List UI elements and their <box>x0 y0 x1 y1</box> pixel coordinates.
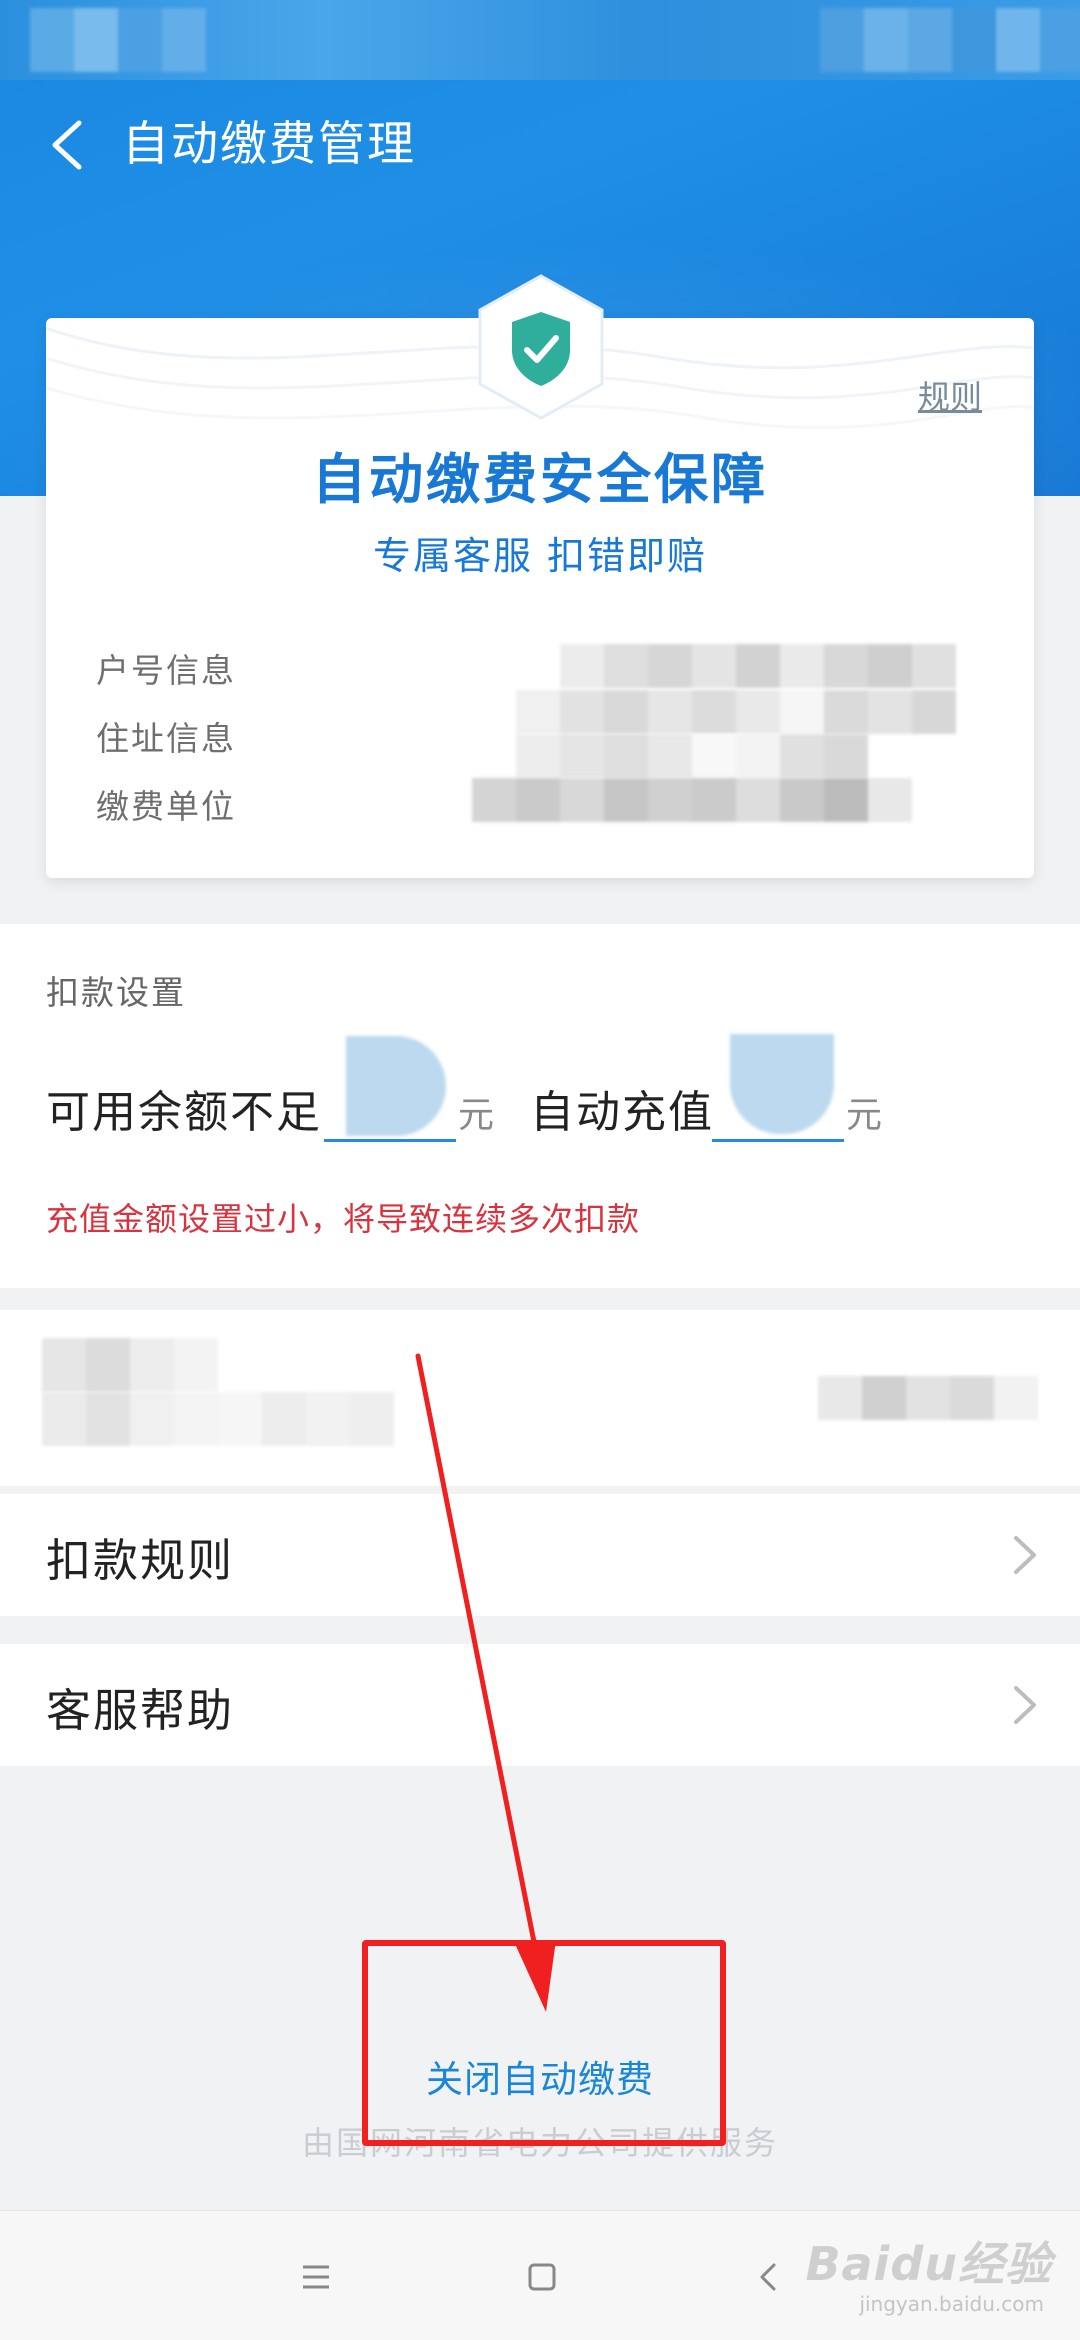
customer-help-row[interactable]: 客服帮助 <box>0 1644 1080 1766</box>
status-bar <box>0 0 1080 80</box>
chevron-right-icon <box>1014 1686 1036 1724</box>
home-nav-button[interactable] <box>520 2255 564 2299</box>
chevron-right-icon <box>1014 1536 1036 1574</box>
page-title: 自动缴费管理 <box>122 117 416 172</box>
menu-nav-button[interactable] <box>294 2255 338 2299</box>
baidu-watermark-url: jingyan.baidu.com <box>859 2292 1044 2316</box>
back-nav-button[interactable] <box>746 2255 790 2299</box>
account-info-label: 户号信息 <box>96 651 236 690</box>
recharge-amount-label: 自动充值 <box>530 1087 714 1138</box>
masked-row-left-2 <box>42 1392 394 1446</box>
masked-row-left <box>42 1338 218 1392</box>
balance-threshold-label: 可用余额不足 <box>46 1087 322 1138</box>
recharge-warning-text: 充值金额设置过小，将导致连续多次扣款 <box>46 1200 641 1238</box>
status-bar-masked-left <box>30 8 206 72</box>
customer-help-label: 客服帮助 <box>46 1684 235 1737</box>
masked-row-right <box>818 1376 1038 1420</box>
balance-threshold-input[interactable] <box>324 1034 456 1142</box>
recharge-amount-input[interactable] <box>712 1034 844 1142</box>
shield-check-icon <box>478 274 604 420</box>
address-info-masked <box>516 690 956 734</box>
chevron-left-icon <box>760 2263 776 2291</box>
square-icon <box>528 2263 556 2291</box>
payment-unit-label: 缴费单位 <box>96 787 236 826</box>
chevron-left-icon <box>52 120 82 170</box>
annotation-highlight-box <box>362 1940 726 2146</box>
back-button[interactable] <box>36 110 96 180</box>
address-info-masked-2 <box>516 734 868 778</box>
menu-icon <box>303 2265 329 2289</box>
balance-unit: 元 <box>458 1095 495 1136</box>
settings-section-label: 扣款设置 <box>46 973 186 1012</box>
card-title: 自动缴费安全保障 <box>312 448 768 511</box>
rules-link[interactable]: 规则 <box>918 372 982 418</box>
account-info-masked <box>560 644 956 688</box>
masked-info-row <box>0 1310 1080 1486</box>
card-subtitle: 专属客服 扣错即赔 <box>372 534 708 578</box>
deduction-rules-label: 扣款规则 <box>46 1534 235 1587</box>
payment-unit-masked <box>472 778 912 822</box>
deduction-rules-row[interactable]: 扣款规则 <box>0 1494 1080 1616</box>
recharge-unit: 元 <box>846 1095 883 1136</box>
address-info-label: 住址信息 <box>96 719 236 758</box>
baidu-watermark: Baidu经验 <box>805 2237 1052 2291</box>
status-bar-masked-right <box>820 8 1080 72</box>
